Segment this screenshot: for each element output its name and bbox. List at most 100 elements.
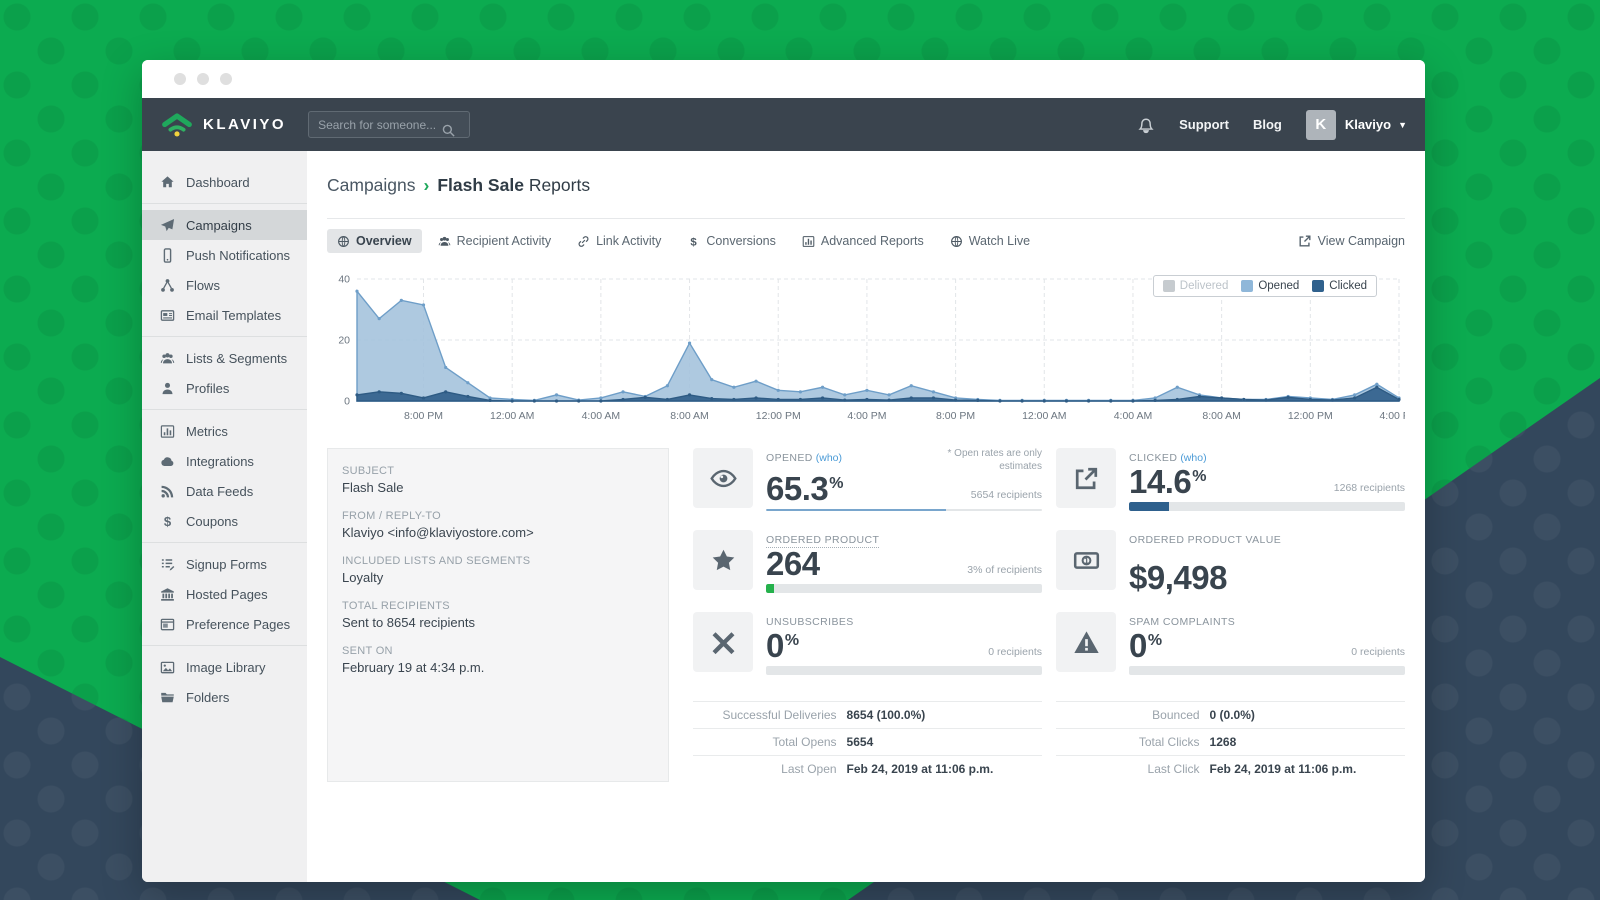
stat-progress-bar xyxy=(766,666,1042,675)
summary-label: Total Opens xyxy=(693,735,847,749)
stat-progress-bar xyxy=(766,584,1042,593)
svg-text:12:00 PM: 12:00 PM xyxy=(1288,410,1333,422)
window-dot[interactable] xyxy=(197,73,209,85)
sidebar-item-preference-pages[interactable]: Preference Pages xyxy=(142,609,307,639)
sidebar-item-campaigns[interactable]: Campaigns xyxy=(142,210,307,240)
dollar-icon: $ xyxy=(160,514,175,529)
sidebar-item-coupons[interactable]: $Coupons xyxy=(142,506,307,536)
sidebar-item-dashboard[interactable]: Dashboard xyxy=(142,167,307,197)
tab-conversions[interactable]: $Conversions xyxy=(677,229,785,253)
info-label: INCLUDED LISTS AND SEGMENTS xyxy=(342,555,654,567)
stat-value: 65.3% xyxy=(766,473,843,504)
tab-advanced-reports[interactable]: Advanced Reports xyxy=(792,229,934,253)
summary-label: Total Clicks xyxy=(1056,735,1210,749)
who-link[interactable]: (who) xyxy=(816,452,842,464)
banknote-icon: 1 xyxy=(1073,547,1100,574)
view-campaign-link[interactable]: View Campaign xyxy=(1298,234,1405,249)
sidebar-item-signup-forms[interactable]: Signup Forms xyxy=(142,549,307,579)
sidebar-item-profiles[interactable]: Profiles xyxy=(142,373,307,403)
paper-plane-icon xyxy=(160,218,175,233)
external-icon xyxy=(1298,234,1312,248)
sidebar-item-hosted-pages[interactable]: Hosted Pages xyxy=(142,579,307,609)
info-label: SUBJECT xyxy=(342,465,654,477)
stat-icon-box xyxy=(693,530,753,590)
tab-overview[interactable]: Overview xyxy=(327,229,422,253)
sidebar-item-flows[interactable]: Flows xyxy=(142,270,307,300)
info-group: INCLUDED LISTS AND SEGMENTSLoyalty xyxy=(342,555,654,585)
svg-text:8:00 PM: 8:00 PM xyxy=(404,410,443,422)
summary-table-left: Successful Deliveries8654 (100.0%)Total … xyxy=(693,701,1042,782)
summary-label: Successful Deliveries xyxy=(693,708,847,722)
info-value: Flash Sale xyxy=(342,480,654,495)
page-title: Flash Sale xyxy=(437,175,524,195)
svg-text:8:00 AM: 8:00 AM xyxy=(670,410,709,422)
klaviyo-logo[interactable]: KLAVIYO xyxy=(160,112,286,137)
window-dot[interactable] xyxy=(174,73,186,85)
flows-icon xyxy=(160,278,175,293)
cloud-icon xyxy=(160,454,175,469)
tab-watch-live[interactable]: Watch Live xyxy=(940,229,1040,253)
top-navbar: KLAVIYO Support Blog K Klaviyo ▼ xyxy=(142,98,1425,151)
dollar-icon: $ xyxy=(687,235,700,248)
sidebar-item-email-templates[interactable]: Email Templates xyxy=(142,300,307,330)
stat-card-clicked: CLICKED(who)14.6%1268 recipients xyxy=(1056,448,1405,511)
sidebar-item-label: Preference Pages xyxy=(186,617,290,632)
chevron-down-icon: ▼ xyxy=(1398,120,1407,130)
breadcrumb-campaigns[interactable]: Campaigns xyxy=(327,175,416,195)
legend-item-delivered[interactable]: Delivered xyxy=(1163,280,1229,292)
stat-progress-bar xyxy=(1129,666,1405,675)
user-icon xyxy=(160,381,175,396)
sidebar-item-label: Profiles xyxy=(186,381,229,396)
stat-value: 14.6% xyxy=(1129,466,1206,497)
tab-recipient-activity[interactable]: Recipient Activity xyxy=(428,229,561,253)
summary-row: Last ClickFeb 24, 2019 at 11:06 p.m. xyxy=(1056,755,1405,782)
info-value: Sent to 8654 recipients xyxy=(342,615,654,630)
summary-label: Last Open xyxy=(693,762,847,776)
legend-label: Delivered xyxy=(1180,280,1229,292)
folder-icon xyxy=(160,690,175,705)
sidebar-item-label: Hosted Pages xyxy=(186,587,268,602)
window-dot[interactable] xyxy=(220,73,232,85)
summary-value: Feb 24, 2019 at 11:06 p.m. xyxy=(1210,762,1357,776)
tab-link-activity[interactable]: Link Activity xyxy=(567,229,671,253)
svg-text:4:00 AM: 4:00 AM xyxy=(582,410,621,422)
stat-value: 0% xyxy=(766,630,799,661)
sidebar-item-integrations[interactable]: Integrations xyxy=(142,446,307,476)
notifications-bell-button[interactable] xyxy=(1137,116,1155,134)
report-tabs: OverviewRecipient Activity Link Activity $… xyxy=(327,229,1040,253)
summary-table-right: Bounced0 (0.0%)Total Clicks1268Last Clic… xyxy=(1056,701,1405,782)
page-title-suffix: Reports xyxy=(529,175,590,195)
svg-text:8:00 PM: 8:00 PM xyxy=(936,410,975,422)
sidebar-section: Image LibraryFolders xyxy=(142,645,307,718)
legend-item-opened[interactable]: Opened xyxy=(1241,280,1299,292)
legend-item-clicked[interactable]: Clicked xyxy=(1312,280,1367,292)
tab-label: Link Activity xyxy=(596,234,661,248)
sidebar-item-folders[interactable]: Folders xyxy=(142,682,307,712)
breadcrumb: Campaigns›Flash Sale Reports xyxy=(327,175,1405,196)
svg-text:4:00 PM: 4:00 PM xyxy=(847,410,886,422)
sidebar-item-data-feeds[interactable]: Data Feeds xyxy=(142,476,307,506)
stat-card-ordered-product: ORDERED PRODUCT2643% of recipients xyxy=(693,530,1042,593)
globe-icon xyxy=(337,235,350,248)
sidebar-item-metrics[interactable]: Metrics xyxy=(142,416,307,446)
sidebar: Dashboard Campaigns Push Notifications Flow… xyxy=(142,151,307,882)
stat-card-opened: OPENED(who)* Open rates are only estimat… xyxy=(693,448,1042,511)
sidebar-item-lists-segments[interactable]: Lists & Segments xyxy=(142,343,307,373)
search-icon xyxy=(441,123,456,138)
stat-value: $9,498 xyxy=(1129,562,1227,593)
sidebar-section: Signup Forms Hosted Pages Preference Pages xyxy=(142,542,307,645)
svg-text:4:00 AM: 4:00 AM xyxy=(1114,410,1153,422)
svg-text:0: 0 xyxy=(344,396,350,408)
user-menu[interactable]: K Klaviyo ▼ xyxy=(1306,110,1407,140)
sidebar-item-push-notifications[interactable]: Push Notifications xyxy=(142,240,307,270)
summary-value: 0 (0.0%) xyxy=(1210,708,1255,722)
sidebar-item-label: Push Notifications xyxy=(186,248,290,263)
sidebar-item-image-library[interactable]: Image Library xyxy=(142,652,307,682)
stat-recipients: 1268 recipients xyxy=(1334,482,1405,494)
nav-link-blog[interactable]: Blog xyxy=(1253,117,1282,132)
summary-row: Last OpenFeb 24, 2019 at 11:06 p.m. xyxy=(693,755,1042,782)
legend-swatch xyxy=(1241,280,1253,292)
nav-link-support[interactable]: Support xyxy=(1179,117,1229,132)
summary-row: Total Clicks1268 xyxy=(1056,728,1405,755)
mobile-icon xyxy=(160,248,175,263)
